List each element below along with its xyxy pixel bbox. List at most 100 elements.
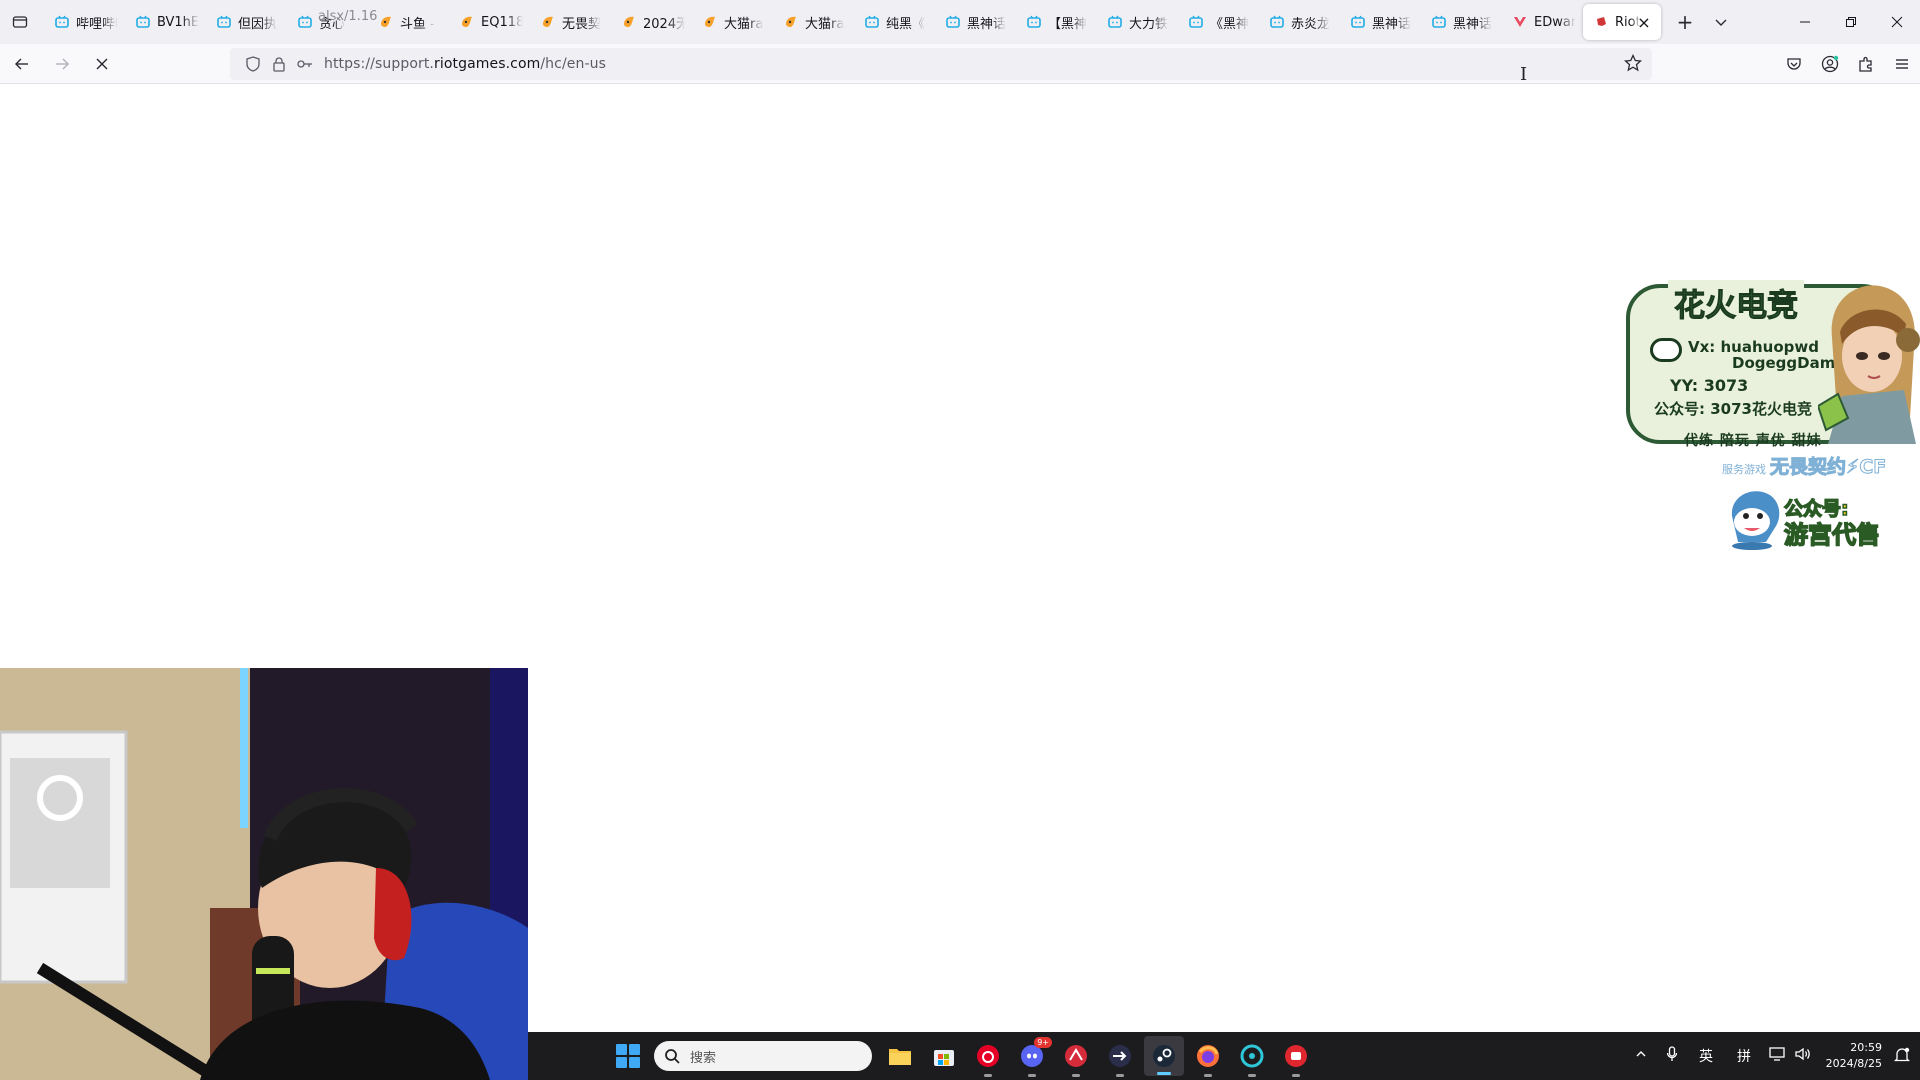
arrow-left-icon <box>15 58 28 69</box>
firefox-taskbar-icon[interactable] <box>1192 1040 1224 1077</box>
tab[interactable]: 黑神话 <box>1417 4 1498 40</box>
tab-title: 2024无 <box>643 16 685 32</box>
bilibili-icon <box>1350 14 1366 30</box>
lock-icon[interactable] <box>266 52 292 76</box>
bilibili-icon <box>945 14 961 30</box>
streamer-webcam <box>0 668 528 1080</box>
taskbar-search-box[interactable]: 搜索 <box>654 1041 872 1071</box>
tracking-protection-shield-icon[interactable] <box>240 52 266 76</box>
tab-overview-button[interactable] <box>0 0 40 44</box>
tab-title: 大猫ra <box>724 16 764 32</box>
tab[interactable]: 《黑神 <box>1174 4 1255 40</box>
running-indicator <box>1292 1074 1300 1077</box>
tab[interactable]: 哔哩哔哩 <box>40 4 121 40</box>
microsoft-store-taskbar-icon[interactable] <box>928 1040 960 1072</box>
toolbar-right <box>1776 48 1920 80</box>
tab-active-riot[interactable]: Riot × <box>1583 4 1661 40</box>
chevron-down-icon <box>1715 19 1727 26</box>
windows-start-button[interactable] <box>616 1044 640 1068</box>
sponsor-footer: 代练 陪玩 声优 甜妹 <box>1684 433 1822 449</box>
start-tile <box>629 1057 640 1068</box>
hamburger-menu-icon <box>1896 59 1908 69</box>
tab-title: 大力铁 <box>1129 16 1169 32</box>
address-bar[interactable]: https://support.riotgames.com/hc/en-us <box>230 48 1652 80</box>
network-icon[interactable] <box>1764 1047 1790 1065</box>
teal-app-taskbar-icon[interactable] <box>1236 1040 1268 1077</box>
douyu-icon <box>621 14 637 30</box>
microphone-icon[interactable] <box>1656 1046 1688 1066</box>
account-icon <box>1821 55 1839 73</box>
tab-title: 哔哩哔哩 <box>76 16 118 32</box>
tab[interactable]: BV1hE <box>121 4 202 40</box>
forward-button[interactable] <box>44 48 80 80</box>
bilibili-icon <box>1026 14 1042 30</box>
account-button[interactable] <box>1812 48 1848 80</box>
restore-button[interactable] <box>1828 0 1874 44</box>
pocket-button[interactable] <box>1776 48 1812 80</box>
tab[interactable]: EDwar <box>1498 4 1579 40</box>
tab[interactable]: 黑神话 <box>931 4 1012 40</box>
tab-list-dropdown[interactable] <box>1703 4 1739 40</box>
back-button[interactable] <box>4 48 40 80</box>
tab[interactable]: 大力铁 <box>1093 4 1174 40</box>
tab[interactable]: 但因执 <box>202 4 283 40</box>
bilibili-icon <box>1269 14 1285 30</box>
running-indicator <box>1157 1072 1171 1075</box>
tab[interactable]: 纯黑《 <box>850 4 931 40</box>
bilibili-icon <box>135 14 151 30</box>
system-tray: 英 拼 <box>1626 1032 1816 1080</box>
tab[interactable]: 【黑神 <box>1012 4 1093 40</box>
bookmark-star-icon[interactable] <box>1623 53 1643 76</box>
extensions-button[interactable] <box>1848 48 1884 80</box>
bilibili-icon <box>864 14 880 30</box>
tab[interactable]: 大猫ra <box>769 4 850 40</box>
streaming-app-taskbar-icon[interactable] <box>1104 1040 1136 1077</box>
tab-title: 【黑神 <box>1048 16 1088 32</box>
stop-icon <box>96 58 108 69</box>
douyu-icon <box>540 14 556 30</box>
ime-mode-indicator[interactable]: 拼 <box>1724 1046 1764 1066</box>
file-explorer-taskbar-icon[interactable] <box>884 1040 916 1072</box>
volume-icon[interactable] <box>1790 1047 1816 1065</box>
running-indicator <box>1028 1074 1036 1077</box>
valorant-icon <box>1512 14 1528 30</box>
url-text: https://support.riotgames.com/hc/en-us <box>324 56 606 72</box>
tab[interactable]: 2024无 <box>607 4 688 40</box>
notification-center-bell-icon[interactable] <box>1893 1046 1911 1068</box>
netease-music-taskbar-icon[interactable] <box>972 1040 1004 1077</box>
tab[interactable]: EQ118 <box>445 4 526 40</box>
key-permissions-icon[interactable] <box>292 52 318 76</box>
tab-title: BV1hE <box>157 14 199 30</box>
bilibili-icon <box>1431 14 1447 30</box>
sponsor-games-label: 服务游戏 无畏契约⚡CF <box>1722 456 1887 479</box>
running-indicator <box>1248 1074 1256 1077</box>
dragging-tab-ghost: alsx/1.16 <box>318 9 378 24</box>
tab-title: 黑神话 <box>1453 16 1493 32</box>
stop-loading-button[interactable] <box>84 48 120 80</box>
pocket-icon <box>1787 58 1801 70</box>
app-menu-button[interactable] <box>1884 48 1920 80</box>
discord-taskbar-icon[interactable]: 9+ <box>1016 1037 1052 1077</box>
show-hidden-icons-chevron-up-icon[interactable] <box>1626 1048 1656 1064</box>
close-tab-icon[interactable]: × <box>1635 13 1653 32</box>
search-placeholder: 搜索 <box>690 1050 717 1066</box>
sponsor-gzh: 公众号: 3073花火电竞 <box>1654 400 1812 418</box>
tab-title: 无畏契 <box>562 16 602 32</box>
douyu-icon <box>459 14 475 30</box>
tab-strip: 哔哩哔哩BV1hE但因执贪心斗鱼 -EQ118无畏契2024无大猫ra大猫ra纯… <box>0 0 1920 44</box>
sponsor-title: 花火电竞 <box>1668 280 1804 325</box>
tab[interactable]: 赤炎龙 <box>1255 4 1336 40</box>
taskbar-clock[interactable]: 20:59 2024/8/25 <box>1826 1040 1882 1072</box>
tab[interactable]: 黑神话 <box>1336 4 1417 40</box>
ime-language-indicator[interactable]: 英 <box>1688 1046 1724 1066</box>
app-red-taskbar-icon[interactable] <box>1060 1040 1092 1077</box>
new-tab-button[interactable]: + <box>1667 4 1703 40</box>
tab[interactable]: 大猫ra <box>688 4 769 40</box>
close-window-button[interactable] <box>1874 0 1920 44</box>
close-icon <box>1891 16 1903 28</box>
red-game-app-taskbar-icon[interactable] <box>1280 1040 1312 1077</box>
minimize-button[interactable] <box>1782 0 1828 44</box>
sponsor-yy: YY: 3073 <box>1670 376 1749 395</box>
steam-taskbar-icon[interactable] <box>1144 1036 1184 1076</box>
tab[interactable]: 无畏契 <box>526 4 607 40</box>
